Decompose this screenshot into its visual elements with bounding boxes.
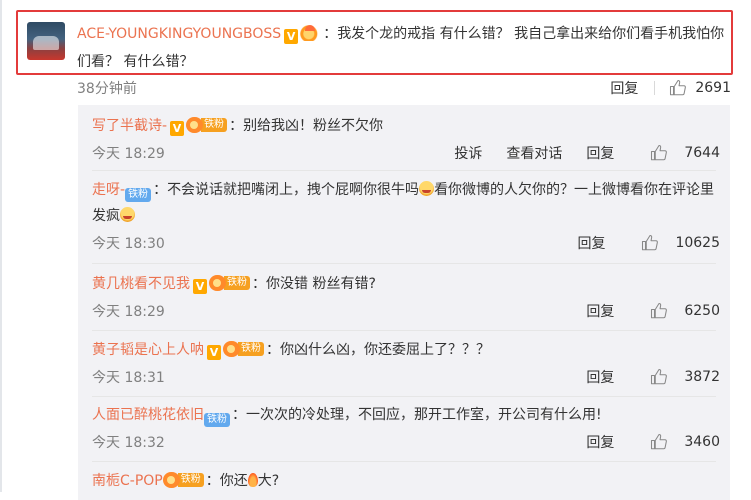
reply-text: 你没错 粉丝有错? [266, 276, 376, 292]
thumbs-up-icon [651, 433, 668, 450]
fire-emoji-icon [247, 473, 258, 487]
like-count: 10625 [675, 235, 720, 251]
like-count: 3460 [684, 434, 720, 450]
reply-text: 你凶什么凶，你还委屈上了？？？ [280, 342, 490, 358]
reply-text: 别给我凶！粉丝不欠你 [243, 118, 384, 134]
fan-badge: 铁粉 [162, 472, 204, 488]
like-count: 3872 [684, 369, 720, 385]
divider [92, 330, 716, 331]
fan-badge: 铁粉 [125, 187, 152, 203]
fan-badge: 铁粉 [204, 412, 230, 428]
fan-crown-icon [300, 25, 323, 41]
reply-username[interactable]: 黄几桃看不见我 [92, 276, 190, 292]
page-left-border [0, 0, 2, 492]
comment-username[interactable]: ACE-YOUNGKINGYOUNGBOSS [77, 26, 281, 42]
reply-text: 一次次的冷处理，不回应，那开工作室，开公司有什么用! [246, 407, 602, 423]
reply-button[interactable]: 回复 [586, 301, 614, 321]
reply-button[interactable]: 回复 [586, 432, 614, 452]
thumbs-up-icon [651, 368, 668, 385]
avatar[interactable] [27, 22, 65, 60]
verified-v-icon: V [170, 121, 185, 136]
fan-crown-icon [223, 341, 240, 357]
reply-time: 今天 18:30 [92, 236, 165, 252]
reply-item: 走呀- 铁粉 ：不会说话就把嘴闭上，拽个屁啊你很牛吗 看你微博的人欠你的？一上微博看你… [92, 181, 720, 253]
replies-panel: 写了半截诗- V 铁粉 ：别给我凶！粉丝不欠你 今天 18:29 投诉 查看对话 回复… [78, 105, 730, 500]
divider [92, 461, 716, 462]
like-button[interactable]: 10625 [641, 234, 720, 252]
thumbs-up-icon [670, 79, 687, 96]
laughing-emoji-icon [120, 207, 135, 222]
reply-button[interactable]: 回复 [610, 78, 638, 98]
fan-crown-icon [209, 275, 226, 291]
laughing-emoji-icon [419, 181, 435, 196]
like-button[interactable]: 7644 [650, 144, 720, 162]
reply-time: 今天 18:32 [92, 435, 165, 451]
reply-username[interactable]: 写了半截诗- [92, 118, 167, 134]
divider [92, 396, 716, 397]
divider [92, 170, 716, 171]
reply-button[interactable]: 回复 [586, 367, 614, 387]
reply-username[interactable]: 黄子韬是心上人呐 [92, 342, 204, 358]
fan-badge: 铁粉 [186, 117, 228, 133]
fan-badge: 铁粉 [223, 341, 264, 357]
reply-username[interactable]: 走呀- [92, 182, 125, 198]
verified-v-icon: V [193, 279, 207, 294]
reply-item: 写了半截诗- V 铁粉 ：别给我凶！粉丝不欠你 今天 18:29 投诉 查看对话 回复… [92, 117, 720, 163]
like-button[interactable]: 2691 [669, 79, 731, 97]
divider [92, 263, 716, 264]
verified-v-icon: V [284, 29, 299, 44]
fan-badge: 铁粉 [209, 275, 250, 291]
reply-username[interactable]: 人面已醉桃花依旧 [92, 407, 204, 423]
like-button[interactable]: 6250 [650, 302, 720, 320]
fan-crown-icon [162, 472, 180, 488]
reply-time: 今天 18:29 [92, 146, 165, 162]
top-comment-content: ACE-YOUNGKINGYOUNGBOSS V ：我发个龙的戒指 有什么错？ 我自… [77, 25, 725, 70]
reply-item: 南栀C-POP 铁粉 ：你还 大? [92, 472, 280, 489]
verified-v-icon: V [207, 345, 221, 360]
reply-item: 黄子韬是心上人呐 V 铁粉 ：你凶什么凶，你还委屈上了？？？ 今天 18:31 回复 … [92, 341, 720, 387]
thumbs-up-icon [651, 144, 668, 161]
thumbs-up-icon [651, 302, 668, 319]
reply-button[interactable]: 回复 [586, 143, 614, 163]
like-count: 7644 [684, 145, 720, 161]
view-conversation-button[interactable]: 查看对话 [506, 143, 562, 163]
like-button[interactable]: 3872 [650, 368, 720, 386]
report-button[interactable]: 投诉 [454, 143, 482, 163]
comment-time: 38分钟前 [77, 81, 137, 97]
thumbs-up-icon [642, 234, 659, 251]
reply-text: 你还 [219, 473, 248, 489]
reply-time: 今天 18:31 [92, 370, 165, 386]
reply-time: 今天 18:29 [92, 304, 165, 320]
reply-text: 大? [257, 473, 280, 489]
reply-item: 黄几桃看不见我 V 铁粉 ：你没错 粉丝有错? 今天 18:29 回复 6250 [92, 275, 720, 321]
like-count: 2691 [695, 80, 731, 96]
fan-crown-icon [186, 117, 204, 133]
reply-button[interactable]: 回复 [577, 233, 605, 253]
reply-text: 不会说话就把嘴闭上，拽个屁啊你很牛吗 [167, 182, 420, 198]
like-count: 6250 [684, 303, 720, 319]
comment-actions: 回复 2691 [586, 78, 731, 98]
reply-username[interactable]: 南栀C-POP [92, 473, 163, 489]
reply-item: 人面已醉桃花依旧 铁粉 ：一次次的冷处理，不回应，那开工作室，开公司有什么用! 今天… [92, 407, 720, 452]
like-button[interactable]: 3460 [650, 433, 720, 451]
